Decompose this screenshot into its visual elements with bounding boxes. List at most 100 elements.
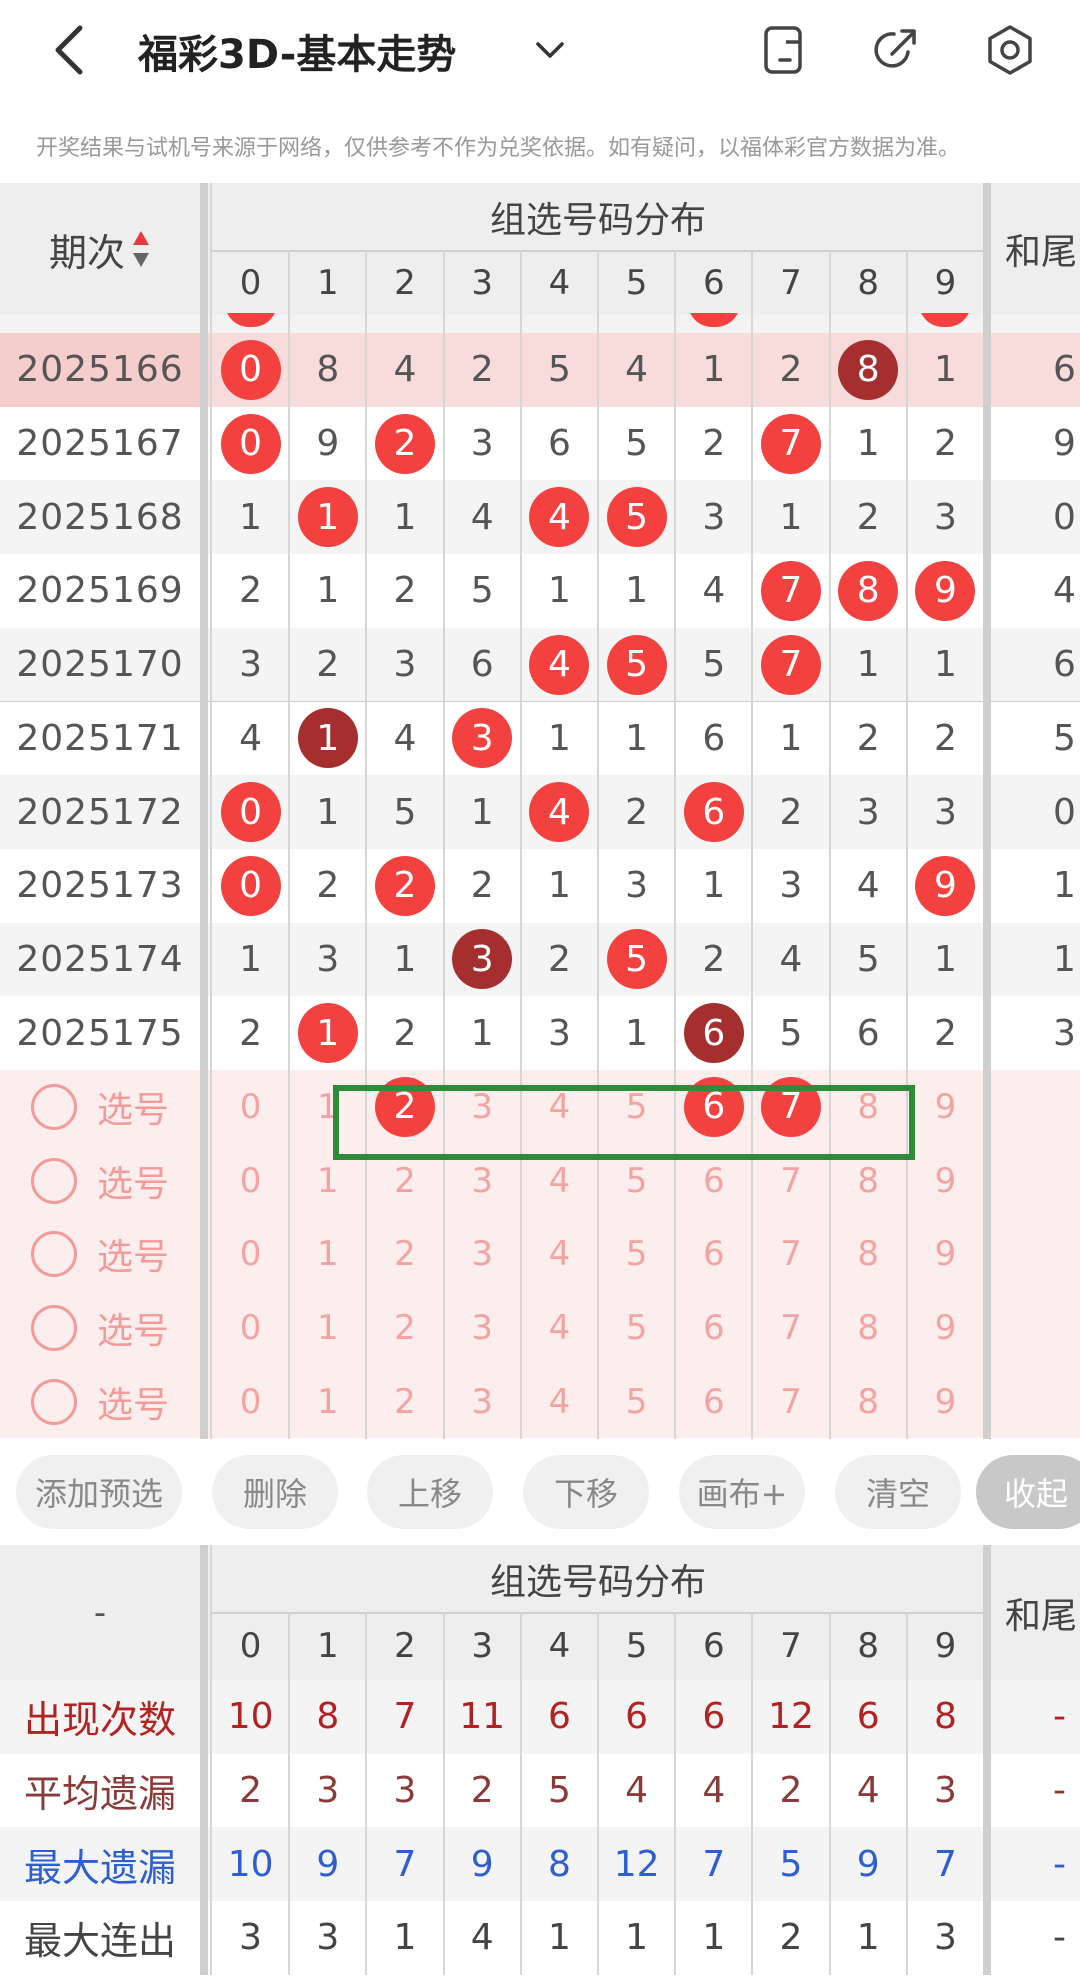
move-up-button[interactable]: 上移 — [367, 1455, 493, 1529]
repeat-ball: 1 — [297, 708, 358, 769]
grid-line — [828, 250, 831, 1439]
selectable-digit: 6 — [702, 1381, 725, 1422]
select-digit[interactable]: 7 — [752, 1291, 829, 1365]
select-digit[interactable]: 0 — [212, 1144, 289, 1218]
radio-circle-icon[interactable] — [30, 1231, 77, 1278]
digit-cell: 5 — [752, 996, 829, 1070]
stats-value: 1 — [625, 1917, 649, 1959]
winning-ball: 4 — [529, 634, 590, 695]
digit-cell: 1 — [366, 480, 443, 554]
select-row-toggle[interactable]: 选号 — [0, 1144, 200, 1218]
canvas-plus-button[interactable]: 画布+ — [679, 1455, 805, 1529]
select-digit[interactable]: 9 — [907, 1365, 984, 1439]
select-digit[interactable]: 6 — [675, 1365, 752, 1439]
select-digit[interactable]: 5 — [598, 1291, 675, 1365]
winning-ball: 1 — [297, 1003, 358, 1064]
winning-ball: 7 — [760, 560, 821, 621]
select-digit[interactable]: 3 — [444, 1365, 521, 1439]
select-digit[interactable]: 8 — [830, 1217, 907, 1291]
selectable-digit: 8 — [857, 1234, 879, 1275]
select-digit[interactable]: 0 — [212, 1291, 289, 1365]
miss-count: 1 — [625, 570, 649, 612]
move-down-button[interactable]: 下移 — [523, 1455, 649, 1529]
period-number: 2025170 — [16, 644, 184, 686]
miss-count: 4 — [239, 717, 263, 759]
frozen-column-divider — [200, 1545, 208, 1975]
digit-cell: 1 — [212, 923, 289, 997]
radio-circle-icon[interactable] — [30, 1083, 77, 1130]
selectable-digit: 3 — [471, 1160, 493, 1201]
select-digit[interactable]: 9 — [907, 1070, 984, 1144]
grid-line — [288, 250, 291, 1439]
miss-count: 5 — [702, 644, 726, 686]
period-header[interactable]: 期次 — [0, 183, 200, 315]
select-digit[interactable]: 5 — [598, 1217, 675, 1291]
digit-header: 0 — [239, 1626, 262, 1666]
winning-ball: 7 — [760, 413, 821, 474]
stats-value: 3 — [933, 1917, 957, 1959]
selectable-digit: 1 — [316, 1307, 339, 1348]
select-digit[interactable]: 1 — [289, 1291, 366, 1365]
select-digit[interactable]: 0 — [212, 1217, 289, 1291]
settings-icon[interactable] — [982, 22, 1038, 78]
miss-count: 1 — [316, 570, 340, 612]
select-digit[interactable]: 3 — [444, 1217, 521, 1291]
select-digit[interactable]: 6 — [675, 1291, 752, 1365]
back-arrow-icon[interactable] — [40, 18, 100, 82]
select-digit[interactable]: 1 — [289, 1217, 366, 1291]
select-digit[interactable]: 7 — [752, 1217, 829, 1291]
digit-cell: 2 — [830, 480, 907, 554]
select-digit[interactable]: 9 — [907, 1217, 984, 1291]
select-digit[interactable]: 3 — [444, 1291, 521, 1365]
sort-icon[interactable] — [131, 229, 151, 269]
digit-header: 0 — [239, 262, 262, 303]
select-digit[interactable]: 4 — [521, 1365, 598, 1439]
digit-cell: 1 — [598, 554, 675, 628]
radio-circle-icon[interactable] — [30, 1378, 77, 1425]
select-digit[interactable]: 9 — [907, 1144, 984, 1218]
digit-cell: 4 — [366, 333, 443, 407]
select-digit[interactable]: 5 — [598, 1365, 675, 1439]
select-digit[interactable]: 0 — [212, 1365, 289, 1439]
grid-line — [828, 1612, 831, 1975]
digit-cell: 3 — [752, 849, 829, 923]
select-digit[interactable]: 9 — [907, 1291, 984, 1365]
radio-circle-icon[interactable] — [30, 1157, 77, 1204]
select-row-toggle[interactable]: 选号 — [0, 1070, 200, 1144]
select-digit[interactable]: 8 — [830, 1291, 907, 1365]
select-digit[interactable]: 4 — [521, 1291, 598, 1365]
chevron-down-icon[interactable] — [530, 30, 570, 70]
page-title[interactable]: 福彩3D-基本走势 — [138, 22, 456, 80]
delete-button[interactable]: 删除 — [212, 1455, 338, 1529]
digit-cell: 1 — [521, 554, 598, 628]
stats-value: 7 — [933, 1843, 957, 1885]
phone-layout-icon[interactable] — [756, 22, 812, 78]
digit-cell: 1 — [289, 996, 366, 1070]
radio-circle-icon[interactable] — [30, 1304, 77, 1351]
digit-cell: 2 — [675, 923, 752, 997]
selectable-digit: 6 — [702, 1160, 725, 1201]
digit-header: 4 — [548, 262, 571, 303]
select-digit[interactable]: 1 — [289, 1365, 366, 1439]
select-digit[interactable]: 2 — [366, 1291, 443, 1365]
select-digit[interactable]: 2 — [366, 1365, 443, 1439]
share-icon[interactable] — [868, 22, 924, 78]
select-digit[interactable]: 0 — [212, 1070, 289, 1144]
select-digit[interactable]: 6 — [675, 1217, 752, 1291]
grid-line — [519, 250, 522, 1439]
collapse-button[interactable]: 收起 — [976, 1455, 1080, 1529]
select-row-toggle[interactable]: 选号 — [0, 1365, 200, 1439]
select-digit[interactable]: 7 — [752, 1365, 829, 1439]
select-row-toggle[interactable]: 选号 — [0, 1291, 200, 1365]
select-digit[interactable]: 2 — [366, 1217, 443, 1291]
select-digit[interactable]: 8 — [830, 1365, 907, 1439]
digit-cell: 1 — [675, 333, 752, 407]
select-digit[interactable]: 4 — [521, 1217, 598, 1291]
miss-count: 6 — [547, 423, 571, 465]
clear-button[interactable]: 清空 — [835, 1455, 961, 1529]
grid-line — [210, 1545, 212, 1975]
select-row-toggle[interactable]: 选号 — [0, 1217, 200, 1291]
miss-count: 4 — [393, 717, 417, 759]
digit-cell: 1 — [212, 480, 289, 554]
add-preselect-button[interactable]: 添加预选 — [16, 1455, 182, 1529]
